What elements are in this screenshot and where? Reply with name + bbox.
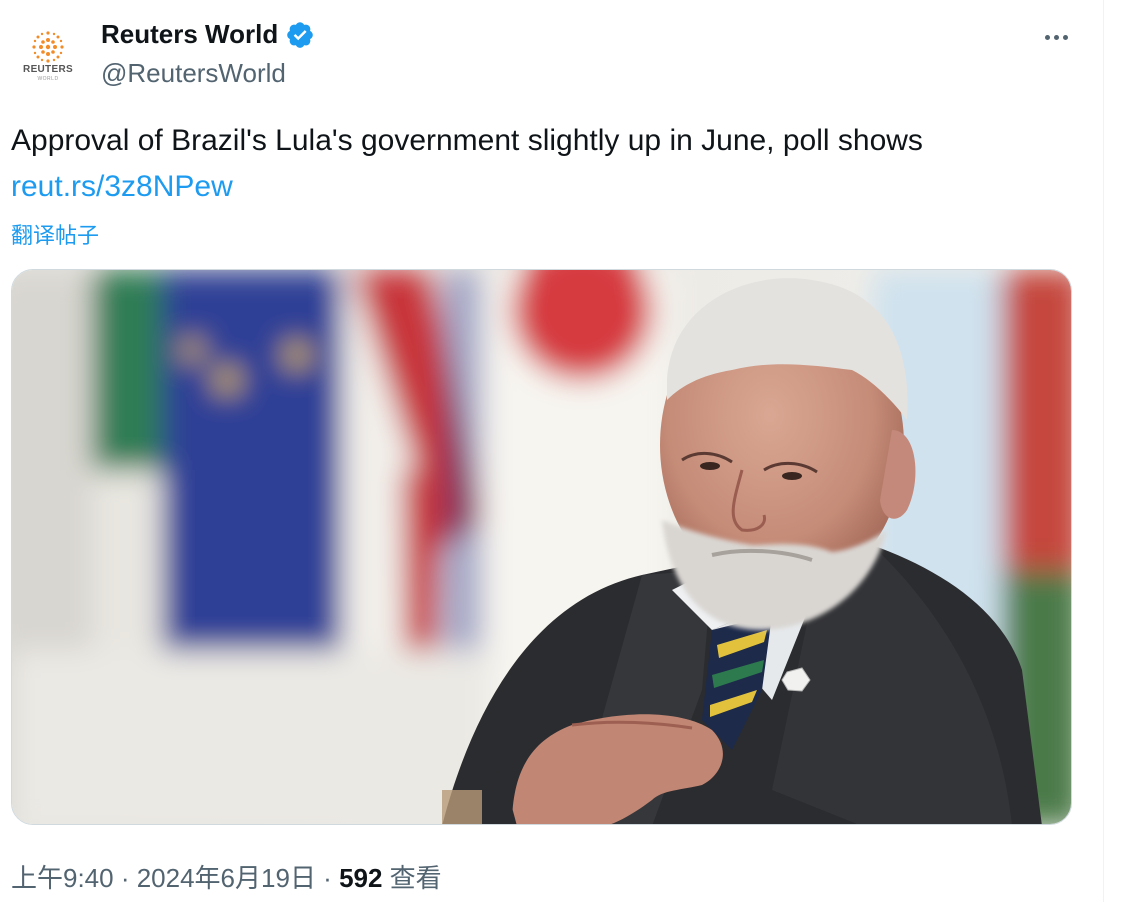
author-avatar[interactable]: REUTERS WORLD <box>12 14 84 86</box>
tweet-card: REUTERS WORLD Reuters World @ReutersWorl… <box>0 0 1103 902</box>
tweet-photo[interactable] <box>11 269 1072 825</box>
reuters-logo-icon <box>32 31 64 63</box>
meta-separator: · <box>113 863 137 893</box>
author-display-name[interactable]: Reuters World <box>101 19 278 50</box>
author-name-row[interactable]: Reuters World <box>101 19 315 50</box>
verified-badge-icon[interactable] <box>285 20 315 50</box>
avatar-sub-text: WORLD <box>37 76 59 82</box>
column-divider <box>1103 0 1104 902</box>
author-handle[interactable]: @ReutersWorld <box>101 58 286 89</box>
tweet-text: Approval of Brazil's Lula's government s… <box>11 124 923 157</box>
more-horizontal-icon <box>1044 34 1050 40</box>
translate-post-button[interactable]: 翻译帖子 <box>11 218 99 250</box>
tweet-time[interactable]: 上午9:40 <box>11 863 114 893</box>
more-options-button[interactable] <box>1036 24 1076 50</box>
photo-illustration <box>12 270 1071 824</box>
more-horizontal-icon <box>1053 34 1059 40</box>
views-count[interactable]: 592 <box>339 863 382 893</box>
views-label[interactable]: 查看 <box>382 863 442 893</box>
tweet-meta: 上午9:40 · 2024年6月19日 · 592 查看 <box>11 858 442 895</box>
tweet-link[interactable]: reut.rs/3z8NPew <box>11 168 233 206</box>
meta-separator: · <box>315 863 340 893</box>
avatar-brand-text: REUTERS <box>23 64 73 75</box>
tweet-date[interactable]: 2024年6月19日 <box>137 863 316 893</box>
more-horizontal-icon <box>1062 34 1068 40</box>
